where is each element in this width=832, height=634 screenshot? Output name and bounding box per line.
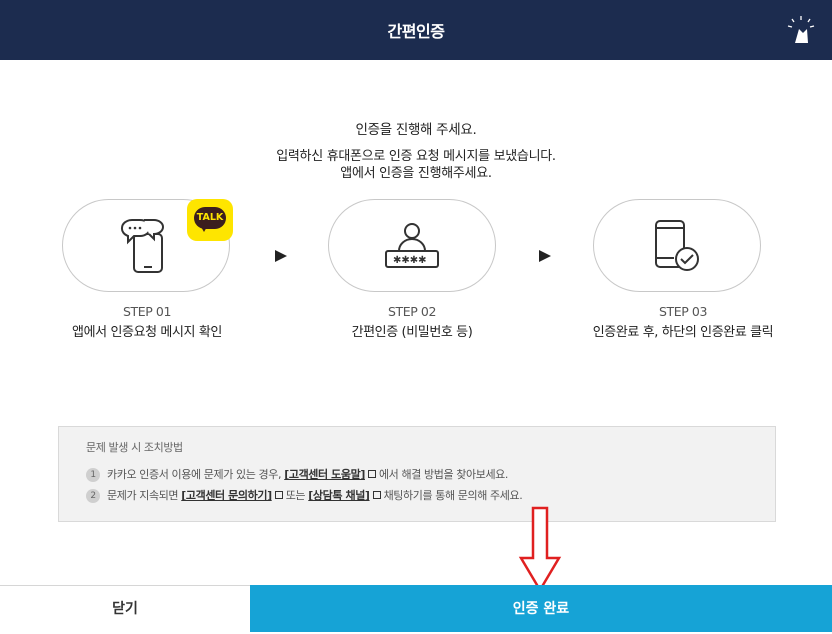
red-annotation-arrow-icon	[518, 506, 562, 592]
help-item-2: 2 문제가 지속되면 [고객센터 문의하기] 또는 [상담톡 채널] 채팅하기를 통…	[86, 485, 775, 506]
phone-message-icon	[121, 218, 164, 273]
help-item-1-tail: 에서 해결 방법을 찾아보세요.	[378, 468, 508, 481]
troubleshooting-title: 문제 발생 시 조치방법	[86, 441, 183, 454]
external-link-icon	[372, 490, 381, 499]
step-3-card	[593, 199, 761, 292]
kakaotalk-badge: TALK	[187, 199, 233, 241]
user-password-icon: ✱✱✱✱	[385, 222, 439, 268]
instruction-line-2: 입력하신 휴대폰으로 인증 요청 메시지를 보냈습니다.	[276, 149, 556, 164]
consult-talk-channel-link[interactable]: [상담톡 채널]	[308, 485, 370, 506]
phone-check-icon	[655, 219, 699, 271]
auth-complete-button[interactable]: 인증 완료	[250, 585, 832, 632]
help-item-2-tail: 채팅하기를 통해 문의해 주세요.	[383, 489, 523, 502]
step-2-description: 간편인증 (비밀번호 등)	[351, 325, 473, 340]
step-3-number: STEP 03	[658, 304, 708, 319]
customer-center-inquiry-link[interactable]: [고객센터 문의하기]	[181, 485, 272, 506]
step-arrow-icon	[275, 250, 287, 262]
troubleshooting-box: 문제 발생 시 조치방법 1 카카오 인증서 이용에 문제가 있는 경우, [고…	[58, 426, 776, 522]
page-title: 간편인증	[387, 22, 445, 41]
instruction-line-3: 앱에서 인증을 진행해주세요.	[340, 166, 492, 181]
step-1-description: 앱에서 인증요청 메시지 확인	[72, 325, 222, 340]
step-1-label: STEP 01 앱에서 인증요청 메시지 확인	[17, 303, 277, 343]
step-2-card: ✱✱✱✱	[328, 199, 496, 292]
number-badge: 1	[86, 467, 100, 482]
svg-text:✱✱✱✱: ✱✱✱✱	[393, 255, 427, 266]
header-bar: 간편인증	[0, 0, 832, 60]
external-link-icon	[274, 490, 283, 499]
instruction-line-1: 인증을 진행해 주세요.	[355, 122, 477, 138]
help-item-1: 1 카카오 인증서 이용에 문제가 있는 경우, [고객센터 도움말] 에서 해결…	[86, 464, 775, 485]
brand-logo-icon	[787, 16, 815, 43]
close-button[interactable]: 닫기	[0, 585, 250, 632]
external-link-icon	[367, 469, 376, 478]
customer-center-help-link[interactable]: [고객센터 도움말]	[284, 464, 365, 485]
help-item-1-text: 카카오 인증서 이용에 문제가 있는 경우,	[107, 468, 282, 481]
step-1-number: STEP 01	[122, 304, 172, 319]
help-item-2-or: 또는	[285, 489, 306, 502]
step-3-description: 인증완료 후, 하단의 인증완료 클릭	[592, 325, 774, 340]
step-2-label: STEP 02 간편인증 (비밀번호 등)	[282, 303, 542, 343]
step-2-number: STEP 02	[387, 304, 437, 319]
help-item-2-text: 문제가 지속되면	[107, 489, 179, 502]
step-arrow-icon	[539, 250, 551, 262]
instruction-text: 인증을 진행해 주세요. 입력하신 휴대폰으로 인증 요청 메시지를 보냈습니다…	[0, 122, 832, 182]
talk-badge-label: TALK	[194, 207, 226, 229]
step-3-label: STEP 03 인증완료 후, 하단의 인증완료 클릭	[553, 303, 813, 343]
number-badge: 2	[86, 488, 100, 503]
